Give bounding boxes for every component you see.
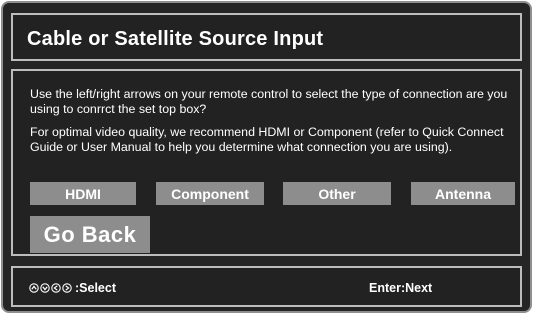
recommendation-text: For optimal video quality, we recommend … [30,125,504,154]
select-label: :Select [75,281,116,295]
content-panel: Use the left/right arrows on your remote… [11,69,522,256]
antenna-button[interactable]: Antenna [411,182,515,205]
next-hint: Enter:Next [369,281,433,295]
select-hint: :Select [29,281,116,295]
down-arrow-icon [40,283,50,293]
hdmi-button[interactable]: HDMI [30,182,136,205]
navigation-arrows [29,283,72,293]
left-arrow-icon [51,283,61,293]
page-title: Cable or Satellite Source Input [27,28,324,50]
other-button[interactable]: Other [283,182,391,205]
right-arrow-icon [62,283,72,293]
up-arrow-icon [29,283,39,293]
go-back-button[interactable]: Go Back [30,216,150,253]
footer-panel: :Select Enter:Next [11,266,522,307]
component-button[interactable]: Component [156,182,264,205]
title-panel: Cable or Satellite Source Input [11,13,522,61]
dialog-frame: Cable or Satellite Source Input Use the … [1,1,532,313]
instruction-text: Use the left/right arrows on your remote… [30,87,508,116]
